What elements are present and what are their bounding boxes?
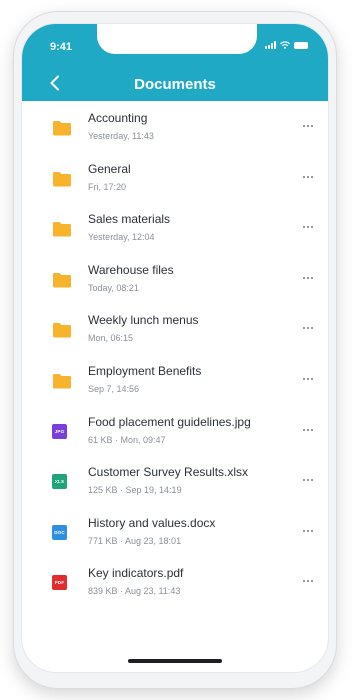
list-item[interactable]: XLS Customer Survey Results.xlsx 125 KB … bbox=[22, 459, 328, 510]
file-meta: 125 KB · Sep 19, 14:19 bbox=[88, 485, 182, 496]
jpg-file-icon: JPG bbox=[52, 423, 67, 439]
file-meta: 839 KB · Aug 23, 11:43 bbox=[88, 586, 181, 597]
more-options-icon[interactable] bbox=[300, 523, 316, 539]
list-item[interactable]: PDF Key indicators.pdf 839 KB · Aug 23, … bbox=[22, 560, 328, 611]
battery-icon bbox=[294, 41, 308, 49]
list-item[interactable]: Weekly lunch menus Mon, 06:15 bbox=[22, 307, 328, 358]
pdf-file-icon: PDF bbox=[52, 575, 67, 591]
folder-icon bbox=[53, 272, 71, 288]
file-meta: 61 KB · Mon, 09:47 bbox=[88, 434, 166, 445]
list-item[interactable]: DOC History and values.docx 771 KB · Aug… bbox=[22, 510, 328, 561]
status-time: 9:41 bbox=[50, 41, 73, 53]
file-name: Accounting bbox=[88, 111, 148, 125]
file-name: Key indicators.pdf bbox=[88, 566, 184, 581]
list-item[interactable]: Employment Benefits Sep 7, 14:56 bbox=[22, 358, 328, 409]
file-name: General bbox=[88, 161, 131, 176]
folder-icon bbox=[53, 373, 71, 389]
file-name: Customer Survey Results.xlsx bbox=[88, 465, 249, 480]
more-options-icon[interactable] bbox=[300, 320, 316, 336]
status-icons bbox=[265, 41, 308, 49]
file-list: Accounting Yesterday, 11:43 General Fri,… bbox=[22, 105, 328, 611]
file-name: History and values.docx bbox=[88, 515, 216, 530]
folder-icon bbox=[53, 121, 71, 136]
folder-icon bbox=[53, 222, 71, 237]
file-name: Employment Benefits bbox=[88, 363, 202, 378]
more-options-icon[interactable] bbox=[300, 118, 316, 134]
app-header: 9:41 Documents bbox=[22, 24, 328, 101]
list-item[interactable]: Sales materials Yesterday, 12:04 bbox=[22, 206, 328, 257]
list-item[interactable]: JPG Food placement guidelines.jpg 61 KB … bbox=[22, 409, 328, 460]
phone-screen: 9:41 Documents Accounting Yesterday, 11:… bbox=[22, 24, 328, 672]
home-indicator[interactable] bbox=[128, 659, 222, 663]
file-meta: Yesterday, 12:04 bbox=[88, 232, 155, 243]
file-meta: Sep 7, 14:56 bbox=[88, 383, 140, 394]
file-meta: Yesterday, 11:43 bbox=[88, 131, 154, 141]
xlsx-file-icon: XLS bbox=[52, 474, 67, 490]
file-meta: Mon, 06:15 bbox=[88, 333, 134, 344]
more-options-icon[interactable] bbox=[300, 169, 316, 185]
list-item[interactable]: General Fri, 17:20 bbox=[22, 156, 328, 207]
signal-icon bbox=[265, 41, 276, 49]
file-name: Sales materials bbox=[88, 212, 171, 227]
notch bbox=[97, 24, 257, 54]
folder-icon bbox=[53, 323, 71, 338]
page-title: Documents bbox=[134, 76, 216, 93]
more-options-icon[interactable] bbox=[300, 422, 316, 438]
docx-file-icon: DOC bbox=[52, 524, 67, 540]
more-options-icon[interactable] bbox=[300, 219, 316, 235]
more-options-icon[interactable] bbox=[300, 270, 316, 286]
file-name: Weekly lunch menus bbox=[88, 313, 199, 328]
file-meta: 771 KB · Aug 23, 18:01 bbox=[88, 535, 182, 546]
more-options-icon[interactable] bbox=[300, 472, 316, 488]
more-options-icon[interactable] bbox=[300, 573, 316, 589]
more-options-icon[interactable] bbox=[300, 371, 316, 387]
list-item[interactable]: Accounting Yesterday, 11:43 bbox=[22, 105, 328, 156]
file-name: Warehouse files bbox=[88, 262, 174, 277]
folder-icon bbox=[53, 171, 71, 187]
file-meta: Today, 08:21 bbox=[88, 282, 139, 293]
wifi-icon bbox=[280, 41, 290, 49]
file-meta: Fri, 17:20 bbox=[88, 181, 127, 192]
list-item[interactable]: Warehouse files Today, 08:21 bbox=[22, 257, 328, 308]
file-name: Food placement guidelines.jpg bbox=[88, 414, 251, 429]
